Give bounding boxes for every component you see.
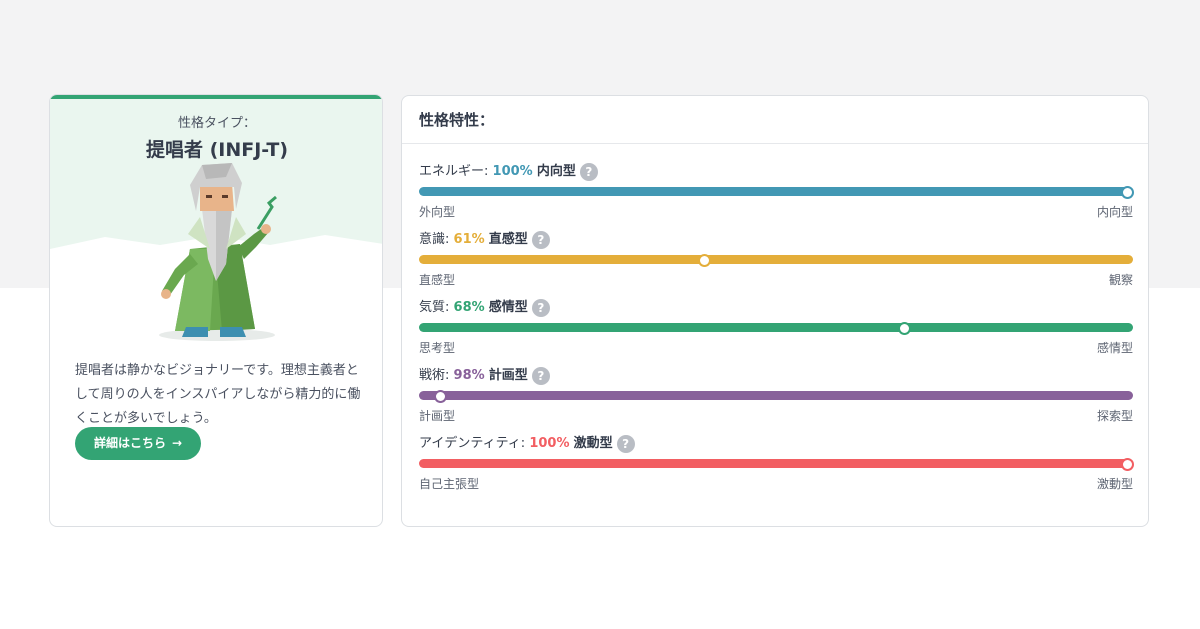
trait-bar: [419, 323, 1133, 332]
trait-name: 気質: [419, 300, 446, 315]
trait-title: 戦術: 98% 計画型?: [419, 366, 550, 386]
trait-name: エネルギー: [419, 164, 485, 179]
trait-row: エネルギー: 100% 内向型? 外向型 内向型: [419, 162, 1134, 222]
trait-row: 気質: 68% 感情型? 思考型 感情型: [419, 298, 1133, 358]
trait-slider-knob[interactable]: [898, 321, 912, 335]
trait-separator: :: [484, 164, 493, 179]
trait-name: 戦術: [419, 368, 446, 383]
trait-name: 意識: [419, 232, 446, 247]
trait-right-pole-label: 感情型: [1096, 341, 1133, 355]
trait-percent: 98%: [453, 368, 485, 383]
trait-title: アイデンティティ: 100% 激動型?: [419, 434, 635, 454]
trait-kind: 内向型: [536, 164, 576, 179]
trait-bar: [419, 255, 1133, 264]
trait-left-pole-label: 思考型: [419, 341, 456, 355]
personality-type-card: 性格タイプ： 提唱者 (INFJ-T) 提唱者は静かなビジョナリーです。理想主義…: [49, 94, 383, 527]
type-description: 提唱者は静かなビジョナリーです。理想主義者として周りの人をインスパイアしながら精…: [75, 363, 361, 426]
trait-title: 意識: 61% 直感型?: [419, 230, 550, 250]
read-more-label: 詳細はこちら: [94, 436, 167, 450]
trait-separator: :: [445, 368, 454, 383]
trait-right-pole-label: 探索型: [1096, 409, 1133, 423]
trait-name: アイデンティティ: [419, 436, 521, 451]
trait-kind: 計画型: [488, 368, 528, 383]
trait-left-pole-label: 直感型: [419, 273, 456, 287]
trait-kind: 感情型: [488, 300, 528, 315]
trait-title: 気質: 68% 感情型?: [419, 298, 550, 318]
trait-kind: 激動型: [573, 436, 613, 451]
trait-title: エネルギー: 100% 内向型?: [419, 162, 598, 182]
help-icon[interactable]: ?: [616, 435, 635, 453]
trait-percent: 61%: [453, 232, 485, 247]
help-icon[interactable]: ?: [531, 367, 550, 385]
trait-separator: :: [445, 232, 454, 247]
trait-slider-knob[interactable]: [698, 253, 712, 267]
traits-card-title: 性格特性：: [402, 96, 1148, 144]
help-icon[interactable]: ?: [579, 163, 598, 181]
read-more-button[interactable]: 詳細はこちら →: [75, 427, 202, 460]
arrow-right-icon: →: [172, 436, 183, 450]
help-icon[interactable]: ?: [531, 299, 550, 317]
trait-bar: [419, 391, 1133, 400]
trait-slider-knob[interactable]: [433, 389, 447, 403]
trait-percent: 68%: [453, 300, 485, 315]
trait-row: アイデンティティ: 100% 激動型? 自己主張型 激動型: [419, 434, 1134, 494]
trait-row: 戦術: 98% 計画型? 計画型 探索型: [419, 366, 1133, 426]
trait-bar: [419, 187, 1133, 196]
trait-percent: 100%: [529, 436, 570, 451]
trait-right-pole-label: 内向型: [1096, 205, 1133, 219]
trait-right-pole-label: 観察: [1108, 273, 1133, 287]
trait-left-pole-label: 計画型: [419, 409, 456, 423]
trait-left-pole-label: 外向型: [419, 205, 456, 219]
trait-kind: 直感型: [488, 232, 528, 247]
help-icon[interactable]: ?: [531, 231, 550, 249]
type-label: 性格タイプ：: [177, 116, 256, 131]
trait-percent: 100%: [492, 164, 533, 179]
trait-separator: :: [445, 300, 454, 315]
trait-slider-knob[interactable]: [1120, 457, 1134, 471]
trait-left-pole-label: 自己主張型: [419, 477, 480, 491]
type-name-heading: 提唱者 (INFJ-T): [145, 139, 289, 161]
trait-row: 意識: 61% 直感型? 直感型 観察: [419, 230, 1133, 290]
personality-traits-card: 性格特性： エネルギー: 100% 内向型? 外向型 内向型意識: 61% 直感型?…: [401, 95, 1149, 527]
trait-bar: [419, 459, 1133, 468]
trait-right-pole-label: 激動型: [1096, 477, 1133, 491]
trait-slider-knob[interactable]: [1120, 185, 1134, 199]
